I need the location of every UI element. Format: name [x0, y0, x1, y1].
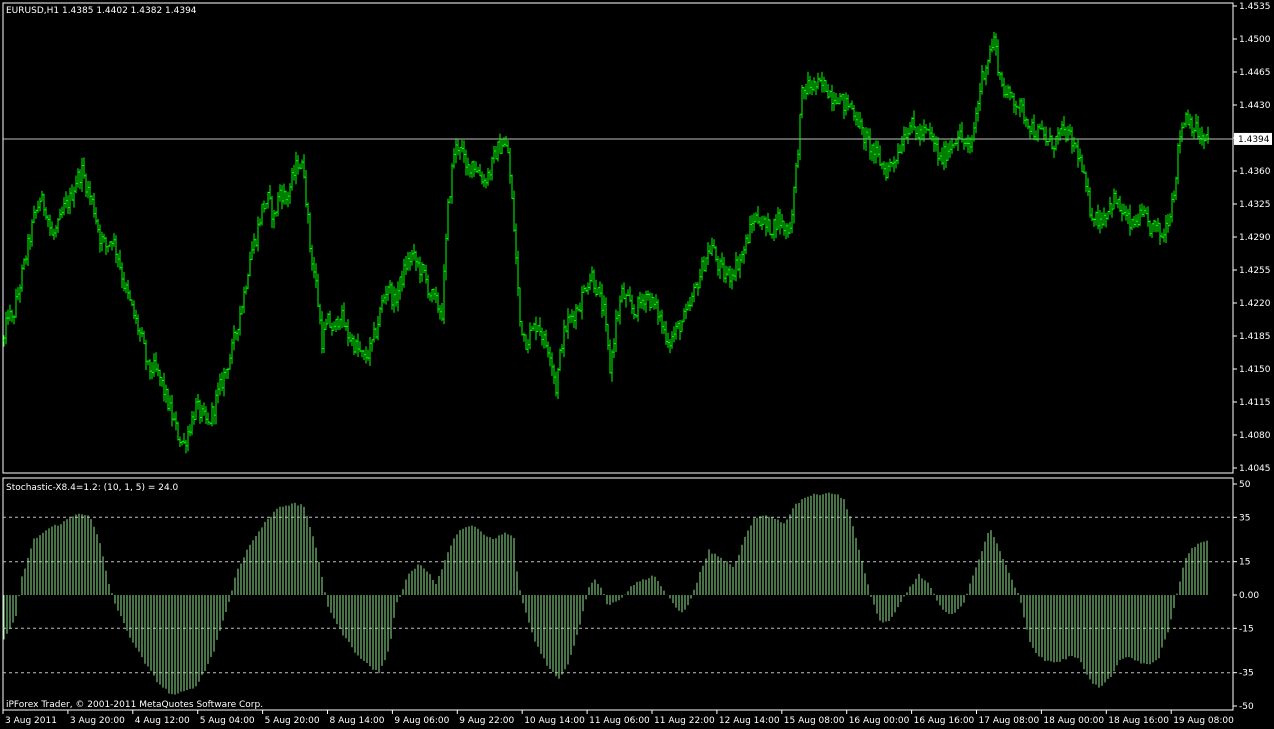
price-tick-label: 1.4115	[1239, 398, 1271, 408]
copyright-label: iPForex Trader, © 2001-2011 MetaQuotes S…	[6, 700, 263, 710]
time-tick-label: 5 Aug 04:00	[200, 716, 255, 726]
stochastic-tick-label: -35	[1239, 669, 1254, 679]
stochastic-title: Stochastic-X8.4=1.2: (10, 1, 5) = 24.0	[6, 483, 179, 493]
price-tick-label: 1.4430	[1239, 101, 1271, 111]
price-tick-label: 1.4185	[1239, 332, 1271, 342]
price-tick-label: 1.4150	[1239, 365, 1271, 375]
time-tick-label: 12 Aug 14:00	[719, 716, 780, 726]
time-tick-label: 9 Aug 06:00	[394, 716, 449, 726]
time-tick-label: 3 Aug 2011	[5, 716, 57, 726]
stochastic-tick-label: -50	[1239, 702, 1254, 712]
time-tick-label: 4 Aug 12:00	[135, 716, 190, 726]
stochastic-tick-label: 0.00	[1239, 591, 1259, 601]
price-tick-label: 1.4290	[1239, 233, 1271, 243]
time-tick-label: 16 Aug 16:00	[914, 716, 975, 726]
time-tick-label: 10 Aug 14:00	[524, 716, 585, 726]
chart-window: 1.45351.45001.44651.44301.43951.43601.43…	[0, 0, 1274, 729]
price-tick-label: 1.4535	[1239, 2, 1271, 12]
price-chart-title: EURUSD,H1 1.4385 1.4402 1.4382 1.4394	[6, 6, 197, 16]
price-tick-label: 1.4325	[1239, 200, 1271, 210]
price-tick-label: 1.4255	[1239, 266, 1271, 276]
price-tick-label: 1.4500	[1239, 35, 1271, 45]
time-tick-label: 16 Aug 00:00	[849, 716, 910, 726]
time-tick-label: 9 Aug 22:00	[459, 716, 514, 726]
time-tick-label: 8 Aug 14:00	[330, 716, 385, 726]
price-tick-label: 1.4080	[1239, 431, 1271, 441]
price-tick-label: 1.4465	[1239, 68, 1271, 78]
chart-background	[0, 0, 1274, 729]
time-tick-label: 17 Aug 08:00	[979, 716, 1040, 726]
time-tick-label: 18 Aug 00:00	[1043, 716, 1104, 726]
time-tick-label: 19 Aug 08:00	[1173, 716, 1234, 726]
time-tick-label: 5 Aug 20:00	[265, 716, 320, 726]
time-tick-label: 11 Aug 22:00	[654, 716, 715, 726]
stochastic-tick-label: 15	[1239, 558, 1250, 568]
price-tick-label: 1.4045	[1239, 464, 1271, 474]
time-tick-label: 11 Aug 06:00	[589, 716, 650, 726]
price-tick-label: 1.4360	[1239, 167, 1271, 177]
stochastic-tick-label: -15	[1239, 624, 1254, 634]
stochastic-tick-label: 35	[1239, 513, 1250, 523]
stochastic-tick-label: 50	[1239, 480, 1251, 490]
price-tick-label: 1.4220	[1239, 299, 1271, 309]
time-tick-label: 3 Aug 20:00	[70, 716, 125, 726]
current-price-label: 1.4394	[1238, 135, 1270, 145]
time-tick-label: 18 Aug 16:00	[1108, 716, 1169, 726]
time-tick-label: 15 Aug 08:00	[784, 716, 845, 726]
